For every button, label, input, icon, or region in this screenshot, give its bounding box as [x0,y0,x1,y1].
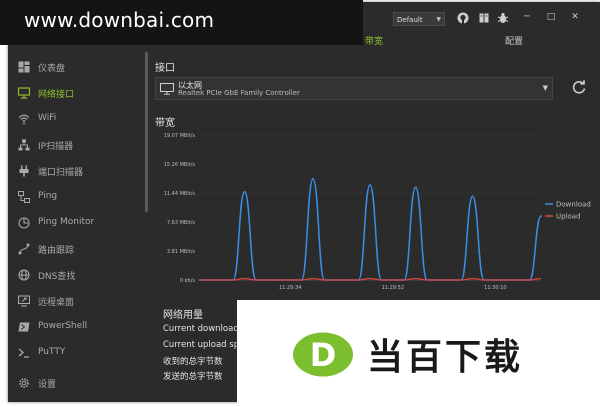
ping-monitor-icon [18,217,30,229]
y-tick-label: 3.81 MBit/s [167,249,196,255]
data-point [369,184,371,186]
sidebar-item-label: 远程桌面 [38,298,75,308]
dashboard-icon [18,61,30,73]
sidebar-item-label: 设置 [38,380,57,390]
sidebar-item-ping[interactable]: Ping [8,186,146,208]
x-tick-label: 11:29:34 [279,285,301,291]
bug-icon[interactable] [497,12,509,24]
chart-grid [199,134,541,281]
wifi-icon [18,114,30,125]
sidebar-item-network-interface[interactable]: 网络接口 [8,82,146,104]
x-axis-ticks: 11:29:34 11:29:52 11:30:10 [279,285,507,291]
y-tick-label: 7.63 MBit/s [167,220,196,226]
downbai-logo-icon: D [293,332,353,377]
x-tick-label: 11:30:10 [484,285,506,291]
interface-select[interactable]: 以太网 Realtek PCIe GbE Family Controller ▼ [155,77,553,100]
bytes-sent-label: 发送的总字节数 [163,372,223,382]
usage-section-title: 网络用量 [163,310,203,321]
sidebar-item-remote-desktop[interactable]: 远程桌面 [8,290,146,312]
legend-label: Download [556,201,591,209]
sidebar-item-wifi[interactable]: WiFi [8,108,146,130]
network-interface-icon [18,87,30,99]
sidebar-scrollbar[interactable] [145,52,148,212]
sidebar-item-ping-monitor[interactable]: Ping Monitor [8,212,146,234]
interface-section-title: 接口 [155,63,175,74]
data-point [243,190,246,193]
github-icon[interactable] [457,12,469,24]
sidebar-item-label: 网络接口 [38,90,75,100]
chart-legend: Download Upload [545,201,591,221]
watermark-url: www.downbai.com [24,8,215,32]
refresh-icon[interactable] [571,79,587,95]
putty-icon [18,348,29,358]
network-adapter-icon [160,83,174,95]
powershell-icon [18,322,30,332]
sidebar-item-label: 端口扫描器 [38,168,84,178]
close-button[interactable]: ✕ [568,12,582,22]
profile-select[interactable]: Default ▼ [393,12,445,26]
book-icon[interactable] [478,12,490,24]
maximize-button[interactable]: □ [544,12,558,22]
series-line-download [198,178,542,281]
sidebar-item-label: Ping Monitor [38,217,95,227]
sidebar-item-label: 路由跟踪 [38,246,75,256]
sidebar-item-label: PuTTY [38,347,66,357]
sidebar-item-ip-scanner[interactable]: IP扫描器 [8,134,146,156]
interface-description: Realtek PCIe GbE Family Controller [178,89,300,97]
sidebar-item-label: DNS查找 [38,272,76,282]
dns-lookup-icon [18,269,30,281]
bandwidth-chart: 0 kb/s 3.81 MBit/s 7.63 MBit/s 11.44 MBit/s… [164,133,591,291]
data-point [471,195,474,198]
remote-desktop-icon [18,295,30,307]
sidebar-item-dns-lookup[interactable]: DNS查找 [8,264,146,286]
sidebar-item-label: IP扫描器 [38,142,74,152]
data-point [540,215,542,218]
port-scanner-icon [19,165,29,177]
sidebar-item-label: WiFi [38,113,57,123]
traceroute-icon [18,243,30,255]
y-axis-ticks: 0 kb/s 3.81 MBit/s 7.63 MBit/s 11.44 MBit/s… [164,133,196,284]
legend-label: Upload [556,213,581,221]
sidebar-item-traceroute[interactable]: 路由跟踪 [8,238,146,260]
sidebar-item-label: Ping [38,191,58,201]
data-point [414,186,417,189]
sidebar-item-port-scanner[interactable]: 端口扫描器 [8,160,146,182]
tab-bandwidth[interactable]: 带宽 [365,34,383,47]
ip-scanner-icon [18,139,30,151]
bandwidth-section-title: 带宽 [155,118,175,129]
tab-config[interactable]: 配置 [505,34,523,47]
logo-letter: D [310,336,337,374]
sidebar-item-label: 仪表盘 [38,64,66,74]
profile-select-value: Default [397,16,423,24]
x-tick-label: 11:29:52 [382,285,404,291]
chevron-down-icon: ▼ [542,84,548,92]
sidebar: 仪表盘 网络接口 WiFi IP扫描器 端口扫描器 Ping Ping Moni… [8,52,146,402]
watermark-logo-panel: D 当百下载 [237,300,600,407]
gear-icon [19,378,29,388]
watermark-brand-text: 当百下载 [367,337,524,378]
sidebar-item-label: PowerShell [38,321,88,331]
y-tick-label: 0 kb/s [180,278,196,284]
data-point [312,177,314,180]
minimize-button[interactable]: ─ [520,12,534,22]
chevron-down-icon: ▼ [436,16,441,23]
watermark-banner: www.downbai.com [0,0,363,45]
sidebar-item-putty[interactable]: PuTTY [8,342,146,364]
sidebar-item-dashboard[interactable]: 仪表盘 [8,56,146,78]
bytes-received-label: 收到的总字节数 [163,357,223,367]
sidebar-item-powershell[interactable]: PowerShell [8,316,146,338]
y-tick-label: 19.07 MBit/s [164,133,196,139]
y-tick-label: 15.26 MBit/s [164,162,196,168]
ping-icon [18,191,30,203]
y-tick-label: 11.44 MBit/s [164,191,196,197]
sidebar-item-settings[interactable]: 设置 [8,372,146,394]
